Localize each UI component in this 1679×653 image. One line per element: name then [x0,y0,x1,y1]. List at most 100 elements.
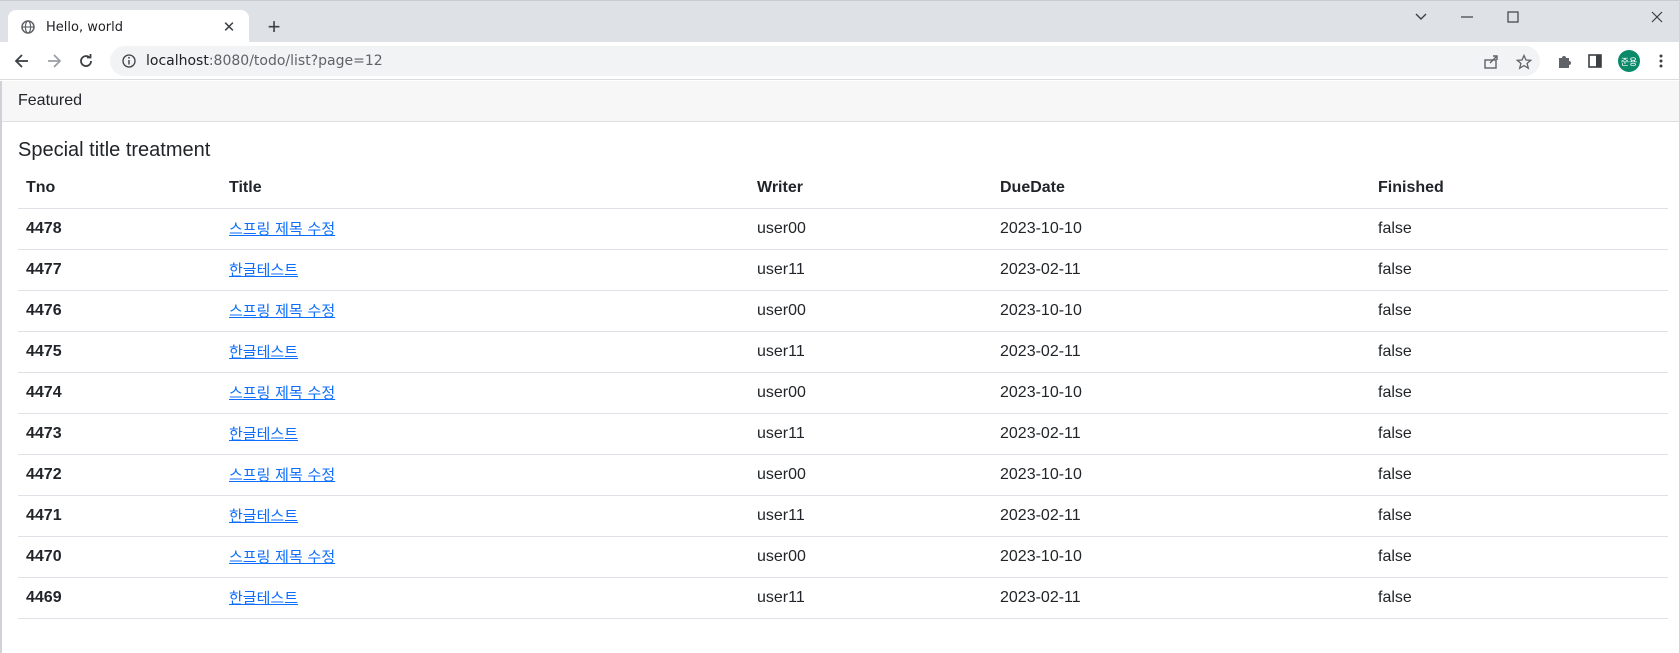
cell-writer: user11 [749,413,992,455]
url-path: :8080/todo/list?page=12 [208,53,383,69]
cell-tno: 4472 [18,454,221,496]
cell-writer: user11 [749,577,992,619]
cell-finished: false [1370,495,1668,537]
cell-tno: 4477 [18,249,221,291]
cell-finished: false [1370,372,1668,414]
cell-duedate: 2023-10-10 [992,454,1370,496]
table-row: 4475 한글테스트 user11 2023-02-11 false [18,331,1668,373]
tab-title: Hello, world [46,19,124,35]
forward-arrow-icon[interactable] [40,47,68,75]
cell-writer: user11 [749,331,992,373]
cell-writer: user00 [749,536,992,578]
browser-tab[interactable]: Hello, world ✕ [8,10,249,44]
table-row: 4478 스프링 제목 수정 user00 2023-10-10 false [18,208,1668,250]
cell-tno: 4470 [18,536,221,578]
url-text: localhost:8080/todo/list?page=12 [146,53,383,69]
column-header-duedate: DueDate [992,169,1370,209]
reload-icon[interactable] [72,47,100,75]
table-row: 4477 한글테스트 user11 2023-02-11 false [18,249,1668,291]
cell-title: 스프링 제목 수정 [221,290,749,332]
cell-duedate: 2023-02-11 [992,577,1370,619]
todo-title-link[interactable]: 한글테스트 [229,589,298,607]
table-row: 4476 스프링 제목 수정 user00 2023-10-10 false [18,290,1668,332]
cell-title: 한글테스트 [221,249,749,291]
puzzle-icon[interactable] [1553,50,1575,72]
cell-title: 한글테스트 [221,577,749,619]
cell-title: 한글테스트 [221,495,749,537]
avatar[interactable]: 준용 [1618,50,1640,72]
cell-title: 스프링 제목 수정 [221,372,749,414]
todo-title-link[interactable]: 한글테스트 [229,507,298,525]
maximize-icon[interactable] [1490,5,1536,29]
todo-title-link[interactable]: 스프링 제목 수정 [229,466,335,484]
todo-title-link[interactable]: 한글테스트 [229,343,298,361]
todo-title-link[interactable]: 한글테스트 [229,425,298,443]
table-row: 4474 스프링 제목 수정 user00 2023-10-10 false [18,372,1668,414]
todo-title-link[interactable]: 한글테스트 [229,261,298,279]
cell-title: 스프링 제목 수정 [221,454,749,496]
star-icon[interactable] [1513,51,1535,73]
table-row: 4471 한글테스트 user11 2023-02-11 false [18,495,1668,537]
cell-finished: false [1370,413,1668,455]
tab-strip: Hello, world ✕ + [0,0,1679,44]
url-host: localhost [146,53,209,69]
table-row: 4472 스프링 제목 수정 user00 2023-10-10 false [18,454,1668,496]
column-header-writer: Writer [749,169,992,209]
cell-finished: false [1370,249,1668,291]
cell-duedate: 2023-10-10 [992,372,1370,414]
cell-writer: user00 [749,454,992,496]
address-bar[interactable]: localhost:8080/todo/list?page=12 [110,46,1540,76]
column-header-finished: Finished [1370,169,1668,209]
cell-tno: 4476 [18,290,221,332]
cell-title: 스프링 제목 수정 [221,536,749,578]
window-close-icon[interactable] [1634,5,1679,29]
cell-duedate: 2023-02-11 [992,413,1370,455]
share-icon[interactable] [1480,51,1502,73]
info-icon[interactable] [120,52,138,70]
cell-tno: 4474 [18,372,221,414]
table-header-row: Tno Title Writer DueDate Finished [18,169,1668,209]
chevron-down-icon[interactable] [1398,5,1444,29]
card-title: Special title treatment [18,139,211,161]
column-header-tno: Tno [18,169,221,209]
cell-writer: user11 [749,495,992,537]
cell-finished: false [1370,290,1668,332]
cell-finished: false [1370,536,1668,578]
browser-toolbar: localhost:8080/todo/list?page=12 [0,42,1679,80]
minimize-icon[interactable] [1444,5,1490,29]
page-content: Featured Special title treatment Tno Tit… [0,81,1679,653]
cell-title: 스프링 제목 수정 [221,208,749,250]
cell-finished: false [1370,331,1668,373]
cell-finished: false [1370,454,1668,496]
table-row: 4470 스프링 제목 수정 user00 2023-10-10 false [18,536,1668,578]
plus-icon[interactable]: + [262,14,286,39]
cell-duedate: 2023-10-10 [992,290,1370,332]
todo-title-link[interactable]: 스프링 제목 수정 [229,302,335,320]
cell-writer: user11 [749,249,992,291]
more-vert-icon[interactable] [1650,50,1672,72]
cell-writer: user00 [749,290,992,332]
cell-duedate: 2023-02-11 [992,331,1370,373]
cell-duedate: 2023-02-11 [992,249,1370,291]
table-row: 4473 한글테스트 user11 2023-02-11 false [18,413,1668,455]
cell-finished: false [1370,208,1668,250]
cell-writer: user00 [749,372,992,414]
close-icon[interactable]: ✕ [221,19,237,36]
cell-duedate: 2023-10-10 [992,536,1370,578]
todo-title-link[interactable]: 스프링 제목 수정 [229,384,335,402]
todo-table: Tno Title Writer DueDate Finished 4478 스… [18,169,1668,619]
cell-writer: user00 [749,208,992,250]
cell-duedate: 2023-10-10 [992,208,1370,250]
todo-title-link[interactable]: 스프링 제목 수정 [229,548,335,566]
back-arrow-icon[interactable] [8,47,36,75]
side-panel-icon[interactable] [1584,50,1606,72]
cell-tno: 4475 [18,331,221,373]
card-header: Featured [2,81,1679,122]
column-header-title: Title [221,169,749,209]
cell-tno: 4471 [18,495,221,537]
cell-tno: 4473 [18,413,221,455]
cell-title: 한글테스트 [221,331,749,373]
todo-title-link[interactable]: 스프링 제목 수정 [229,220,335,238]
globe-icon [20,19,36,35]
cell-tno: 4478 [18,208,221,250]
